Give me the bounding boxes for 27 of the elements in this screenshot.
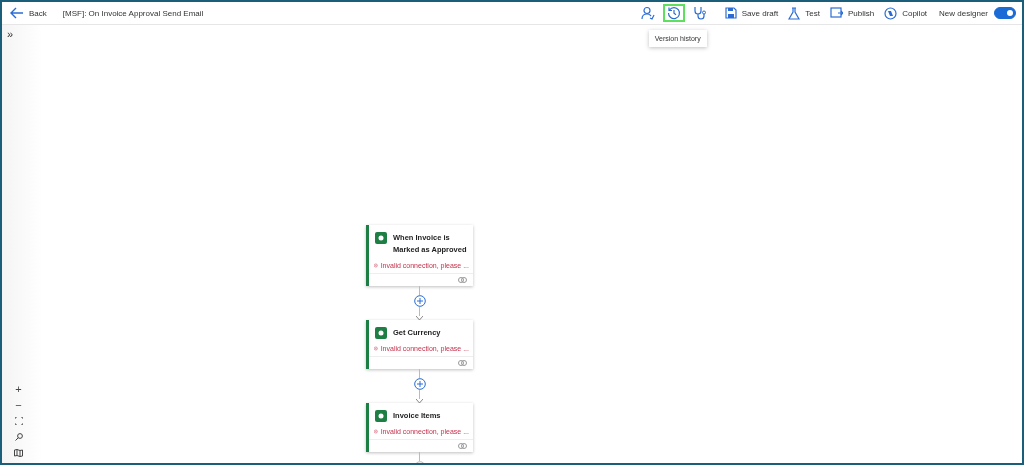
link-icon — [458, 443, 467, 449]
app-icon — [375, 327, 387, 339]
flask-icon — [788, 6, 801, 20]
copilot-button[interactable]: Copilot — [884, 6, 928, 20]
copilot-icon — [884, 6, 898, 20]
expand-sidebar-button[interactable]: » — [7, 28, 14, 40]
fit-view-button[interactable] — [12, 414, 25, 427]
link-icon — [458, 360, 467, 366]
zoom-in-button[interactable]: + — [12, 382, 25, 395]
designer-toggle[interactable] — [994, 7, 1016, 19]
back-arrow-icon — [10, 7, 24, 19]
save-button[interactable]: Save draft — [724, 7, 779, 19]
app-icon — [375, 410, 387, 422]
history-button[interactable] — [662, 4, 685, 22]
toggle-label: New designer — [939, 8, 988, 18]
publish-icon — [829, 7, 843, 19]
app-icon — [375, 232, 387, 244]
minimap-button[interactable] — [12, 446, 25, 459]
add-step-connector[interactable] — [413, 286, 426, 320]
link-icon — [458, 277, 467, 283]
flow-title: [MSF]: On Invoice Approval Send Email — [62, 8, 204, 18]
publish-button[interactable]: Publish — [829, 7, 875, 19]
add-step-connector[interactable] — [413, 369, 426, 403]
save-icon — [724, 7, 737, 19]
zoom-out-button[interactable]: − — [12, 398, 25, 411]
back-button[interactable]: Back — [8, 5, 49, 21]
flask-button[interactable]: Test — [788, 6, 820, 20]
